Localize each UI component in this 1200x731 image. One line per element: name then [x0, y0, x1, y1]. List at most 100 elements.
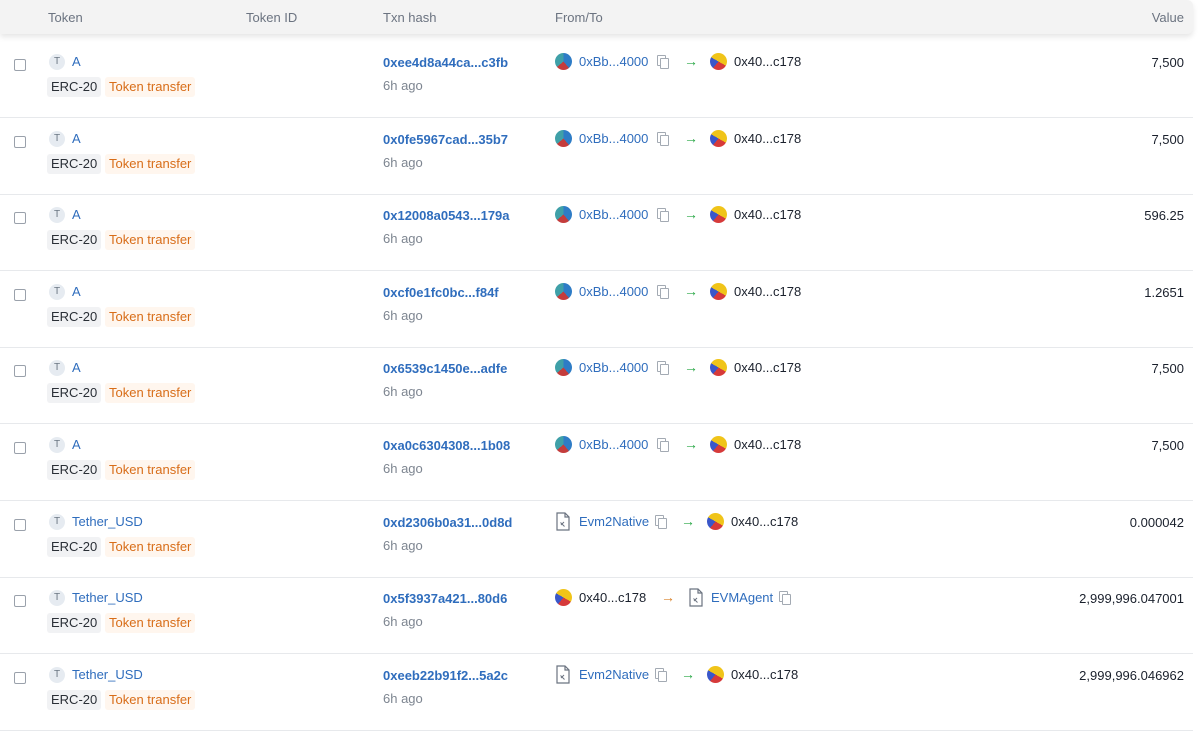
txn-age: 6h ago — [383, 690, 423, 706]
to-address: 0x40...c178 — [734, 437, 802, 452]
contract-icon — [555, 511, 571, 531]
from-address-link[interactable]: 0xBb...4000 — [579, 207, 648, 222]
token-link[interactable]: Tether_USD — [72, 667, 143, 682]
transfer-value: 7,500 — [1151, 131, 1184, 147]
copy-icon[interactable] — [657, 208, 669, 223]
from-address-link[interactable]: 0xBb...4000 — [579, 131, 648, 146]
row-checkbox[interactable] — [14, 595, 26, 608]
table-row: T A ERC-20 Token transfer 0x0fe5967cad...35b… — [0, 118, 1193, 195]
token-link[interactable]: A — [72, 207, 81, 222]
to-address: 0x40...c178 — [734, 360, 802, 376]
address-avatar-icon — [710, 359, 727, 377]
txn-hash-link[interactable]: 0xeeb22b91f2...5a2c — [383, 668, 508, 683]
token-icon: T — [49, 130, 65, 147]
txn-hash-link[interactable]: 0x12008a0543...179a — [383, 208, 510, 223]
transfer-type-badge: Token transfer — [105, 689, 196, 710]
token-icon: T — [49, 437, 65, 453]
table-row: T A ERC-20 Token transfer 0xee4d8a44ca...c3f… — [0, 41, 1193, 118]
copy-icon[interactable] — [657, 361, 669, 376]
from-address-link[interactable]: 0xBb...4000 — [579, 284, 648, 299]
direction-arrow-icon: → — [684, 206, 698, 223]
row-checkbox[interactable] — [14, 212, 26, 225]
txn-age: 6h ago — [383, 78, 423, 93]
address-avatar-icon — [710, 282, 727, 300]
table-header: Token Token ID Txn hash From/To Value — [0, 0, 1193, 34]
token-icon: T — [49, 283, 65, 300]
transfer-value: 7,500 — [1151, 55, 1184, 70]
transfer-value: 0.000042 — [1129, 514, 1184, 530]
column-header-txn-hash: Txn hash — [383, 10, 437, 25]
token-link[interactable]: A — [72, 360, 81, 375]
contract-icon — [555, 665, 571, 684]
from-address-link[interactable]: 0xBb...4000 — [579, 360, 648, 375]
token-standard-badge: ERC-20 — [47, 230, 102, 251]
row-checkbox[interactable] — [14, 518, 26, 531]
direction-arrow-icon: → — [681, 512, 695, 529]
transfer-value: 2,999,996.047001 — [1079, 591, 1184, 607]
token-standard-badge: ERC-20 — [47, 689, 102, 710]
txn-hash-link[interactable]: 0x6539c1450e...adfe — [383, 361, 507, 376]
from-address-link[interactable]: Evm2Native — [579, 514, 649, 529]
token-icon: T — [49, 666, 65, 683]
copy-icon[interactable] — [657, 55, 669, 69]
transfer-type-badge: Token transfer — [105, 613, 196, 634]
token-link[interactable]: A — [72, 284, 81, 299]
direction-arrow-icon: → — [681, 665, 695, 682]
txn-age: 6h ago — [383, 537, 423, 553]
copy-icon[interactable] — [655, 514, 667, 529]
copy-icon[interactable] — [657, 438, 669, 452]
direction-arrow-icon: → — [661, 589, 675, 606]
txn-hash-link[interactable]: 0x5f3937a421...80d6 — [383, 591, 507, 606]
token-icon: T — [49, 360, 65, 377]
transfer-value: 2,999,996.046962 — [1079, 667, 1184, 683]
txn-hash-link[interactable]: 0xcf0e1fc0bc...f84f — [383, 285, 499, 300]
to-address: 0x40...c178 — [731, 666, 799, 682]
txn-hash-link[interactable]: 0xd2306b0a31...0d8d — [383, 515, 512, 530]
row-checkbox[interactable] — [14, 135, 26, 148]
from-address-link[interactable]: 0xBb...4000 — [579, 54, 648, 69]
txn-hash-link[interactable]: 0xee4d8a44ca...c3fb — [383, 55, 508, 70]
copy-icon[interactable] — [655, 667, 667, 682]
from-address: 0x40...c178 — [579, 590, 647, 606]
address-avatar-icon — [707, 512, 724, 530]
token-link[interactable]: Tether_USD — [72, 514, 143, 529]
to-address: 0x40...c178 — [734, 130, 802, 146]
row-checkbox[interactable] — [14, 671, 26, 684]
token-link[interactable]: Tether_USD — [72, 590, 143, 605]
token-link[interactable]: A — [72, 54, 81, 69]
direction-arrow-icon: → — [684, 436, 698, 452]
row-checkbox[interactable] — [14, 288, 26, 301]
to-address-link[interactable]: EVMAgent — [711, 590, 773, 605]
from-address-link[interactable]: 0xBb...4000 — [579, 437, 648, 452]
address-avatar-icon — [555, 53, 572, 70]
token-icon: T — [49, 54, 65, 70]
txn-hash-link[interactable]: 0x0fe5967cad...35b7 — [383, 132, 508, 147]
from-address-link[interactable]: Evm2Native — [579, 667, 649, 682]
column-header-from-to: From/To — [555, 10, 603, 25]
txn-age: 6h ago — [383, 231, 423, 247]
table-row: T A ERC-20 Token transfer 0xa0c6304308...1b0… — [0, 424, 1193, 501]
txn-hash-link[interactable]: 0xa0c6304308...1b08 — [383, 438, 510, 453]
address-avatar-icon — [555, 359, 572, 377]
to-address: 0x40...c178 — [734, 54, 802, 69]
token-link[interactable]: A — [72, 131, 81, 146]
transfer-value: 7,500 — [1151, 361, 1184, 377]
table-row: T Tether_USD ERC-20 Token transfer 0xd2306b0… — [0, 501, 1193, 578]
token-link[interactable]: A — [72, 437, 81, 452]
txn-age: 6h ago — [383, 384, 423, 400]
contract-icon — [688, 588, 704, 607]
copy-icon[interactable] — [779, 591, 791, 606]
row-checkbox[interactable] — [14, 59, 26, 71]
token-standard-badge: ERC-20 — [47, 536, 102, 557]
row-checkbox[interactable] — [14, 442, 26, 454]
row-checkbox[interactable] — [14, 365, 26, 378]
address-avatar-icon — [555, 436, 572, 453]
address-avatar-icon — [710, 436, 727, 453]
table-row: T A ERC-20 Token transfer 0x6539c1450e...adf… — [0, 347, 1193, 425]
copy-icon[interactable] — [657, 131, 669, 146]
copy-icon[interactable] — [657, 284, 669, 299]
token-icon: T — [49, 207, 65, 224]
address-avatar-icon — [555, 282, 572, 300]
table-row: T Tether_USD ERC-20 Token transfer 0x5f3937a… — [0, 577, 1193, 655]
token-standard-badge: ERC-20 — [47, 383, 102, 404]
